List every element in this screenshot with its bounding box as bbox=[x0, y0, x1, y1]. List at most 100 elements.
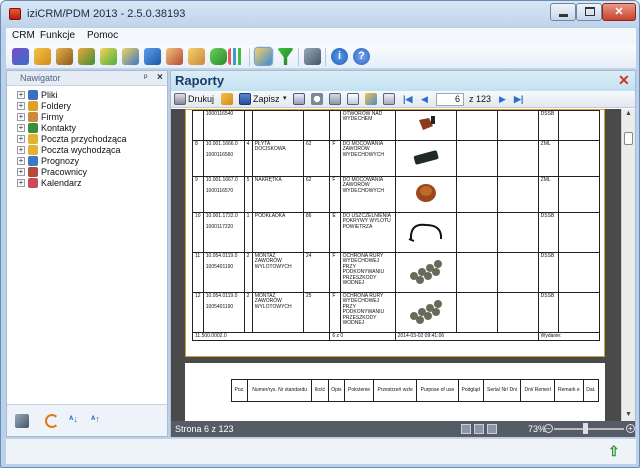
minimize-button[interactable] bbox=[550, 3, 576, 21]
tree-item-label: Poczta wychodząca bbox=[41, 145, 121, 155]
cell-lp: 12 bbox=[192, 292, 204, 333]
help-icon[interactable]: ? bbox=[353, 48, 370, 65]
bars-icon[interactable] bbox=[228, 48, 245, 65]
expand-icon[interactable]: + bbox=[17, 157, 25, 165]
outbox-icon[interactable] bbox=[122, 48, 139, 65]
full-page-view-icon[interactable] bbox=[487, 424, 497, 434]
maximize-button[interactable] bbox=[576, 3, 602, 21]
cell-status: DSSB bbox=[537, 252, 560, 293]
zoom-in-icon[interactable]: + bbox=[626, 424, 635, 433]
export-icon[interactable] bbox=[383, 93, 395, 105]
print-button[interactable]: Drukuj bbox=[188, 94, 214, 104]
last-page-icon[interactable]: ▶| bbox=[514, 94, 523, 105]
header-cell: Dat. bbox=[582, 379, 600, 402]
header-cell: Podgląd bbox=[457, 379, 484, 402]
header-cell: Dni/ Remerl bbox=[520, 379, 556, 402]
company-icon[interactable] bbox=[56, 48, 73, 65]
expand-icon[interactable]: + bbox=[17, 179, 25, 187]
cell-x2 bbox=[496, 212, 539, 253]
scroll-thumb[interactable] bbox=[624, 132, 633, 145]
page-count: z 123 bbox=[469, 94, 492, 104]
next-page-icon[interactable]: ▶ bbox=[499, 94, 506, 105]
employees-icon[interactable] bbox=[166, 48, 183, 65]
cell-status: ZML bbox=[537, 176, 560, 213]
files-icon[interactable] bbox=[12, 48, 29, 65]
menu-pomoc[interactable]: Pomoc bbox=[87, 30, 118, 41]
expand-icon[interactable]: + bbox=[17, 113, 25, 121]
navigator-panel: Nawigator ᵖ × + Pliki + Foldery + Firmy + Konta… bbox=[6, 70, 168, 437]
report-toolbar: Drukuj Zapisz ▾ |◀ ◀ 6 z 123 ▶ ▶| bbox=[171, 91, 635, 108]
outbox-icon bbox=[28, 145, 38, 155]
sort-descending-icon[interactable]: ᴬ↑ bbox=[91, 414, 105, 428]
info-icon[interactable]: i bbox=[331, 48, 348, 65]
reports-icon[interactable] bbox=[254, 47, 273, 66]
cell-desc: OCHRONA RURY WYDECHOWEJ PRZY PODKONYWANI… bbox=[339, 292, 396, 333]
prev-page-icon[interactable]: ◀ bbox=[421, 94, 428, 105]
app-window: iziCRM/PDM 2013 - 2.5.0.38193 ✕ CRM Funk… bbox=[0, 0, 640, 468]
contacts-icon[interactable] bbox=[78, 48, 95, 65]
forecast-icon[interactable] bbox=[144, 48, 161, 65]
page-number-input[interactable]: 6 bbox=[436, 93, 464, 106]
filter-icon[interactable] bbox=[277, 48, 294, 65]
view-icon[interactable] bbox=[329, 93, 341, 105]
first-page-icon[interactable]: |◀ bbox=[403, 94, 412, 105]
menu-crm[interactable]: CRM bbox=[12, 30, 35, 41]
tools-icon[interactable] bbox=[304, 48, 321, 65]
report-viewer[interactable]: 1000116540 OTWORÓW NAD WYDECHEM DSSB 8 10.00… bbox=[171, 109, 621, 421]
folder-icon bbox=[28, 101, 38, 111]
save-button[interactable]: Zapisz bbox=[253, 94, 280, 104]
expand-icon[interactable]: + bbox=[17, 102, 25, 110]
zoom-out-icon[interactable]: – bbox=[544, 424, 553, 433]
page-setup-icon[interactable] bbox=[347, 93, 359, 105]
refresh-icon[interactable] bbox=[45, 414, 59, 428]
cell-desc: DO MOCOWANIA ZAWORÓW WYDECHOWYCH bbox=[339, 176, 396, 213]
footer-mid: 6 z 0 bbox=[329, 331, 396, 342]
open-icon[interactable] bbox=[221, 93, 233, 105]
expand-icon[interactable]: + bbox=[17, 168, 25, 176]
cell-desc: OTWORÓW NAD WYDECHEM bbox=[339, 110, 396, 141]
menu-bar: CRM Funkcje Pomoc bbox=[6, 28, 636, 45]
cell-b: F bbox=[329, 176, 341, 213]
vertical-scrollbar[interactable]: ▲ ▼ bbox=[621, 109, 635, 421]
tools-icon[interactable] bbox=[15, 414, 29, 428]
tree-item-label: Prognozy bbox=[41, 156, 80, 166]
close-button[interactable]: ✕ bbox=[602, 3, 636, 21]
find-icon[interactable] bbox=[311, 93, 323, 105]
expand-icon[interactable]: + bbox=[17, 91, 25, 99]
multi-page-view-icon[interactable] bbox=[474, 424, 484, 434]
save-dropdown-icon[interactable]: ▾ bbox=[283, 94, 287, 102]
single-page-view-icon[interactable] bbox=[461, 424, 471, 434]
calendar-icon[interactable] bbox=[188, 48, 205, 65]
calendar-icon bbox=[28, 178, 38, 188]
cell-a bbox=[302, 110, 331, 141]
expand-icon[interactable]: + bbox=[17, 135, 25, 143]
pin-icon[interactable]: ᵖ bbox=[144, 72, 147, 82]
save-icon[interactable] bbox=[239, 93, 251, 105]
navigator-close-icon[interactable]: × bbox=[157, 72, 163, 83]
cell-a: 86 bbox=[302, 212, 331, 253]
folder-icon[interactable] bbox=[34, 48, 51, 65]
cell-lp: 8 bbox=[192, 140, 204, 177]
tree-item-label: Kalendarz bbox=[41, 178, 82, 188]
expand-icon[interactable]: + bbox=[17, 146, 25, 154]
print-icon[interactable] bbox=[174, 93, 186, 105]
cell-x3 bbox=[558, 176, 600, 213]
update-arrow-icon[interactable]: ⇧ bbox=[608, 443, 620, 460]
sort-ascending-icon[interactable]: ᴬ↓ bbox=[69, 414, 83, 428]
zoom-slider[interactable] bbox=[554, 428, 624, 430]
cell-qty: 5 bbox=[243, 176, 253, 213]
scroll-down-icon[interactable]: ▼ bbox=[625, 411, 632, 418]
inbox-icon[interactable] bbox=[100, 48, 117, 65]
edit-icon[interactable] bbox=[365, 93, 377, 105]
zoom-slider-thumb[interactable] bbox=[583, 423, 588, 434]
database-icon[interactable] bbox=[210, 48, 227, 65]
expand-icon[interactable]: + bbox=[17, 124, 25, 132]
maximize-icon bbox=[585, 7, 595, 16]
title-bar[interactable]: iziCRM/PDM 2013 - 2.5.0.38193 ✕ bbox=[1, 1, 639, 27]
email-icon[interactable] bbox=[293, 93, 305, 105]
scroll-up-icon[interactable]: ▲ bbox=[625, 110, 632, 117]
toolbar-separator bbox=[249, 48, 250, 66]
tree-item-label: Foldery bbox=[41, 101, 72, 111]
menu-funkcje[interactable]: Funkcje bbox=[40, 30, 75, 41]
report-close-icon[interactable]: ✕ bbox=[618, 72, 630, 89]
